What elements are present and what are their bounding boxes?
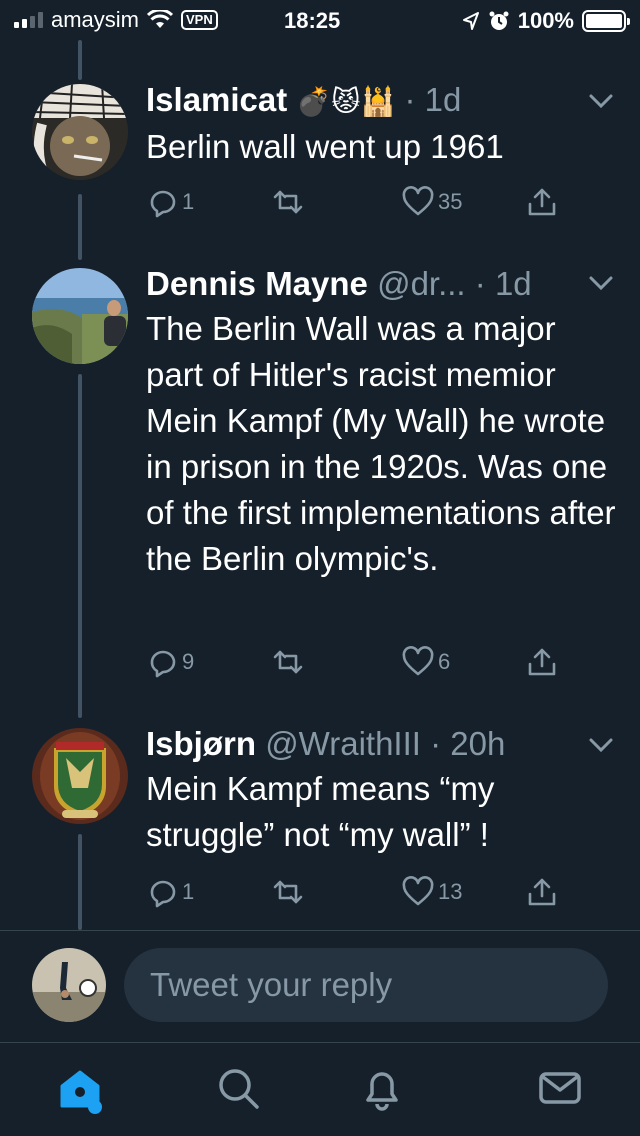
tweet-text: The Berlin Wall was a major part of Hitl… (146, 310, 616, 577)
reply-button[interactable]: 1 (146, 876, 194, 908)
retweet-button[interactable] (272, 186, 304, 218)
author-name[interactable]: Isbjørn (146, 725, 256, 762)
clock: 18:25 (284, 8, 341, 33)
retweet-icon (273, 880, 303, 904)
share-icon (528, 878, 556, 906)
tweet[interactable]: Isbjørn @WraithIII · 20h Mein Kampf mean… (0, 722, 640, 922)
tab-messages[interactable] (536, 1064, 584, 1112)
tweet-time: · 1d (404, 81, 462, 118)
retweet-icon (273, 190, 303, 214)
heart-icon (402, 646, 434, 676)
tweet-time: · 20h (430, 725, 506, 762)
author-handle[interactable]: @dr... (377, 265, 466, 302)
like-button[interactable]: 13 (402, 876, 462, 908)
wifi-icon (147, 10, 174, 28)
share-button[interactable] (526, 876, 558, 908)
tweet-text: Mein Kampf means “my struggle” not “my w… (146, 770, 495, 853)
heart-icon (402, 186, 434, 216)
author-name[interactable]: Islamicat (146, 81, 287, 118)
tweet[interactable]: Islamicat 💣😾🕌 · 1d Berlin wall went up 1… (0, 80, 640, 240)
bottom-tab-bar (0, 1042, 640, 1136)
like-button[interactable]: 6 (402, 646, 450, 678)
like-count: 13 (438, 879, 463, 904)
battery-icon (582, 10, 630, 32)
share-button[interactable] (526, 646, 558, 678)
like-count: 35 (438, 189, 463, 214)
share-icon (528, 648, 556, 676)
reply-count: 9 (182, 649, 195, 674)
avatar[interactable] (32, 948, 106, 1022)
reply-input[interactable] (124, 948, 608, 1022)
search-icon (219, 1069, 259, 1109)
alarm-icon (489, 11, 509, 30)
tab-search[interactable] (214, 1064, 262, 1112)
divider (0, 930, 640, 931)
retweet-button[interactable] (272, 646, 304, 678)
new-tweets-indicator (88, 1100, 102, 1114)
chevron-down-icon[interactable] (588, 274, 614, 292)
comment-bubble-icon (150, 650, 176, 678)
retweet-icon (273, 650, 303, 674)
tweet-time: · 1d (474, 265, 532, 302)
avatar[interactable] (32, 728, 128, 824)
author-handle[interactable]: @WraithIII (265, 725, 421, 762)
reply-count: 1 (182, 879, 195, 904)
author-name[interactable]: Dennis Mayne (146, 265, 368, 302)
reply-button[interactable]: 1 (146, 186, 194, 218)
thread-connector (78, 40, 82, 80)
like-count: 6 (438, 649, 451, 674)
tweet-text: Berlin wall went up 1961 (146, 128, 504, 165)
signal-strength-icon (14, 12, 43, 28)
tweet[interactable]: Dennis Mayne @dr... · 1d The Berlin Wall… (0, 262, 640, 702)
battery-percentage: 100% (517, 8, 574, 33)
comment-bubble-icon (150, 880, 176, 908)
name-emojis: 💣😾🕌 (296, 86, 396, 117)
share-icon (528, 188, 556, 216)
bell-icon (366, 1072, 398, 1111)
status-bar: amaysim VPN 18:25 100% (0, 0, 640, 40)
heart-icon (402, 876, 434, 906)
reply-count: 1 (182, 189, 195, 214)
avatar[interactable] (32, 84, 128, 180)
share-button[interactable] (526, 186, 558, 218)
comment-bubble-icon (150, 190, 176, 218)
reply-composer (0, 932, 640, 1042)
tab-notifications[interactable] (358, 1064, 406, 1112)
chevron-down-icon[interactable] (588, 92, 614, 110)
vpn-badge: VPN (181, 10, 218, 30)
location-arrow-icon (462, 12, 479, 30)
avatar[interactable] (32, 268, 128, 364)
chevron-down-icon[interactable] (588, 736, 614, 754)
like-button[interactable]: 35 (402, 186, 462, 218)
carrier-name: amaysim (51, 7, 140, 32)
envelope-icon (539, 1072, 581, 1104)
retweet-button[interactable] (272, 876, 304, 908)
reply-button[interactable]: 9 (146, 646, 194, 678)
